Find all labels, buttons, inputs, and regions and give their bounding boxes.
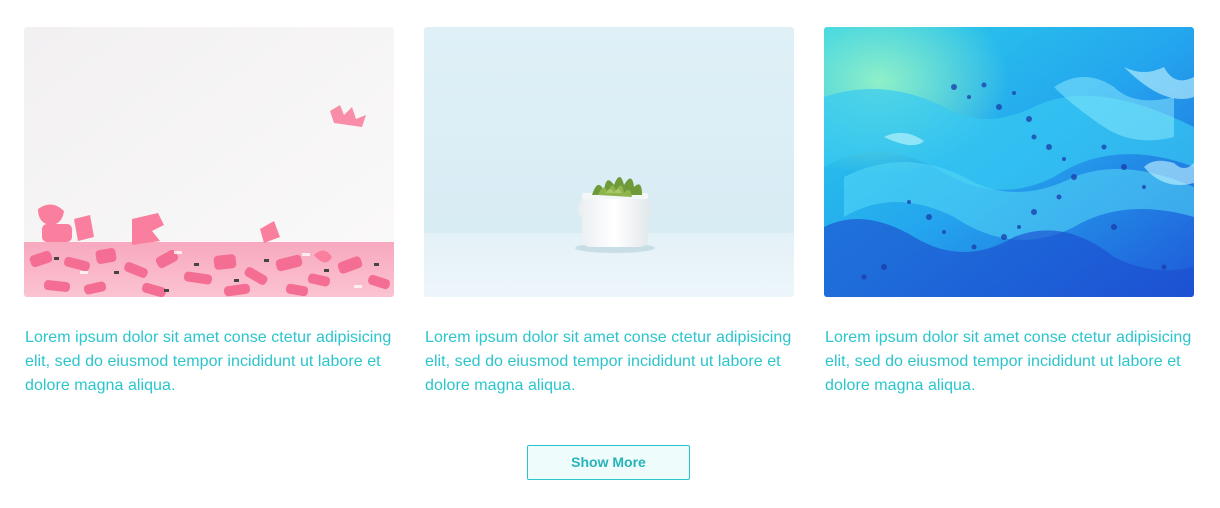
card[interactable]: Lorem ipsum dolor sit amet conse ctetur …	[824, 27, 1194, 398]
show-more-button[interactable]: Show More	[527, 445, 690, 480]
card[interactable]: Lorem ipsum dolor sit amet conse ctetur …	[24, 27, 394, 398]
potted-succulent-photo[interactable]	[424, 27, 794, 297]
card[interactable]: Lorem ipsum dolor sit amet conse ctetur …	[424, 27, 794, 398]
card-description: Lorem ipsum dolor sit amet conse ctetur …	[825, 329, 1192, 394]
blue-fluid-art-photo[interactable]	[824, 27, 1194, 297]
card-grid: Lorem ipsum dolor sit amet conse ctetur …	[24, 27, 1194, 398]
card-description: Lorem ipsum dolor sit amet conse ctetur …	[425, 329, 792, 394]
pink-letters-photo[interactable]	[24, 27, 394, 297]
card-description: Lorem ipsum dolor sit amet conse ctetur …	[25, 329, 392, 394]
